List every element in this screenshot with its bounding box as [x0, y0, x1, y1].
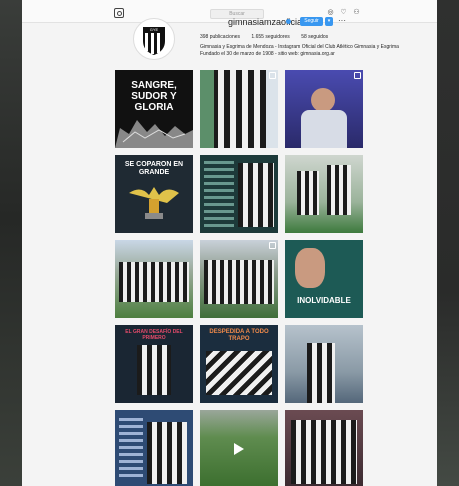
post-caption: SE COPARON EN GRANDE [124, 161, 184, 176]
play-icon [234, 443, 244, 455]
post-tile[interactable] [200, 155, 278, 233]
more-options-icon[interactable]: ··· [338, 16, 346, 25]
post-tile[interactable]: DESPEDIDA A TODO TRAPO [200, 325, 278, 403]
gallery-icon [269, 242, 276, 249]
post-tile[interactable] [285, 410, 363, 486]
verified-badge-icon [286, 19, 291, 24]
post-tile[interactable]: INOLVIDABLE [285, 240, 363, 318]
compass-icon[interactable]: ◎ [327, 9, 334, 16]
profile-bio: Gimnasia y Esgrima de Mendoza - Instagra… [200, 44, 400, 58]
bio-line: Fundado el 30 de marzo de 1908 - sitio w… [200, 51, 335, 57]
post-caption: EL GRAN DESAFÍO DEL PRIMERO [125, 329, 183, 341]
post-caption: INOLVIDABLE [297, 296, 351, 305]
posts-count: 398 publicaciones [200, 34, 241, 40]
post-tile[interactable] [115, 240, 193, 318]
post-tile[interactable] [285, 70, 363, 148]
instagram-profile-page: Buscar ◎ ♡ ⚇ GYE gimnasiamzaoficial Segu… [22, 0, 437, 486]
post-art [115, 120, 193, 148]
post-tile[interactable] [285, 325, 363, 403]
post-tile[interactable] [200, 70, 278, 148]
followers-count[interactable]: 1.655 seguidores [251, 34, 289, 40]
profile-stats: 398 publicaciones 1.655 seguidores 58 se… [200, 34, 338, 40]
post-caption: DESPEDIDA A TODO TRAPO [209, 329, 269, 342]
instagram-icon[interactable] [114, 8, 124, 18]
bio-line: Gimnasia y Esgrima de Mendoza - Instagra… [200, 44, 399, 50]
following-count[interactable]: 58 seguidos [301, 34, 328, 40]
post-tile[interactable]: SE COPARON EN GRANDE [115, 155, 193, 233]
post-tile[interactable] [115, 410, 193, 486]
trophy-icon [129, 187, 179, 219]
profile-avatar[interactable]: GYE [133, 18, 175, 60]
post-tile[interactable] [200, 240, 278, 318]
crest-text: GYE [150, 27, 159, 32]
profile-icon[interactable]: ⚇ [353, 9, 360, 16]
post-tile[interactable] [200, 410, 278, 486]
background-left [0, 0, 22, 486]
gallery-icon [269, 72, 276, 79]
background-right [437, 0, 459, 486]
gallery-icon [354, 72, 361, 79]
post-tile[interactable] [285, 155, 363, 233]
post-tile[interactable]: SANGRE, SUDOR Y GLORIA [115, 70, 193, 148]
heart-icon[interactable]: ♡ [340, 9, 347, 16]
profile-username: gimnasiamzaoficial [228, 17, 305, 27]
suggestions-button[interactable]: ▾ [325, 17, 333, 26]
follow-button[interactable]: Seguir [300, 17, 323, 26]
post-tile[interactable]: EL GRAN DESAFÍO DEL PRIMERO [115, 325, 193, 403]
club-crest-logo: GYE [143, 27, 165, 55]
